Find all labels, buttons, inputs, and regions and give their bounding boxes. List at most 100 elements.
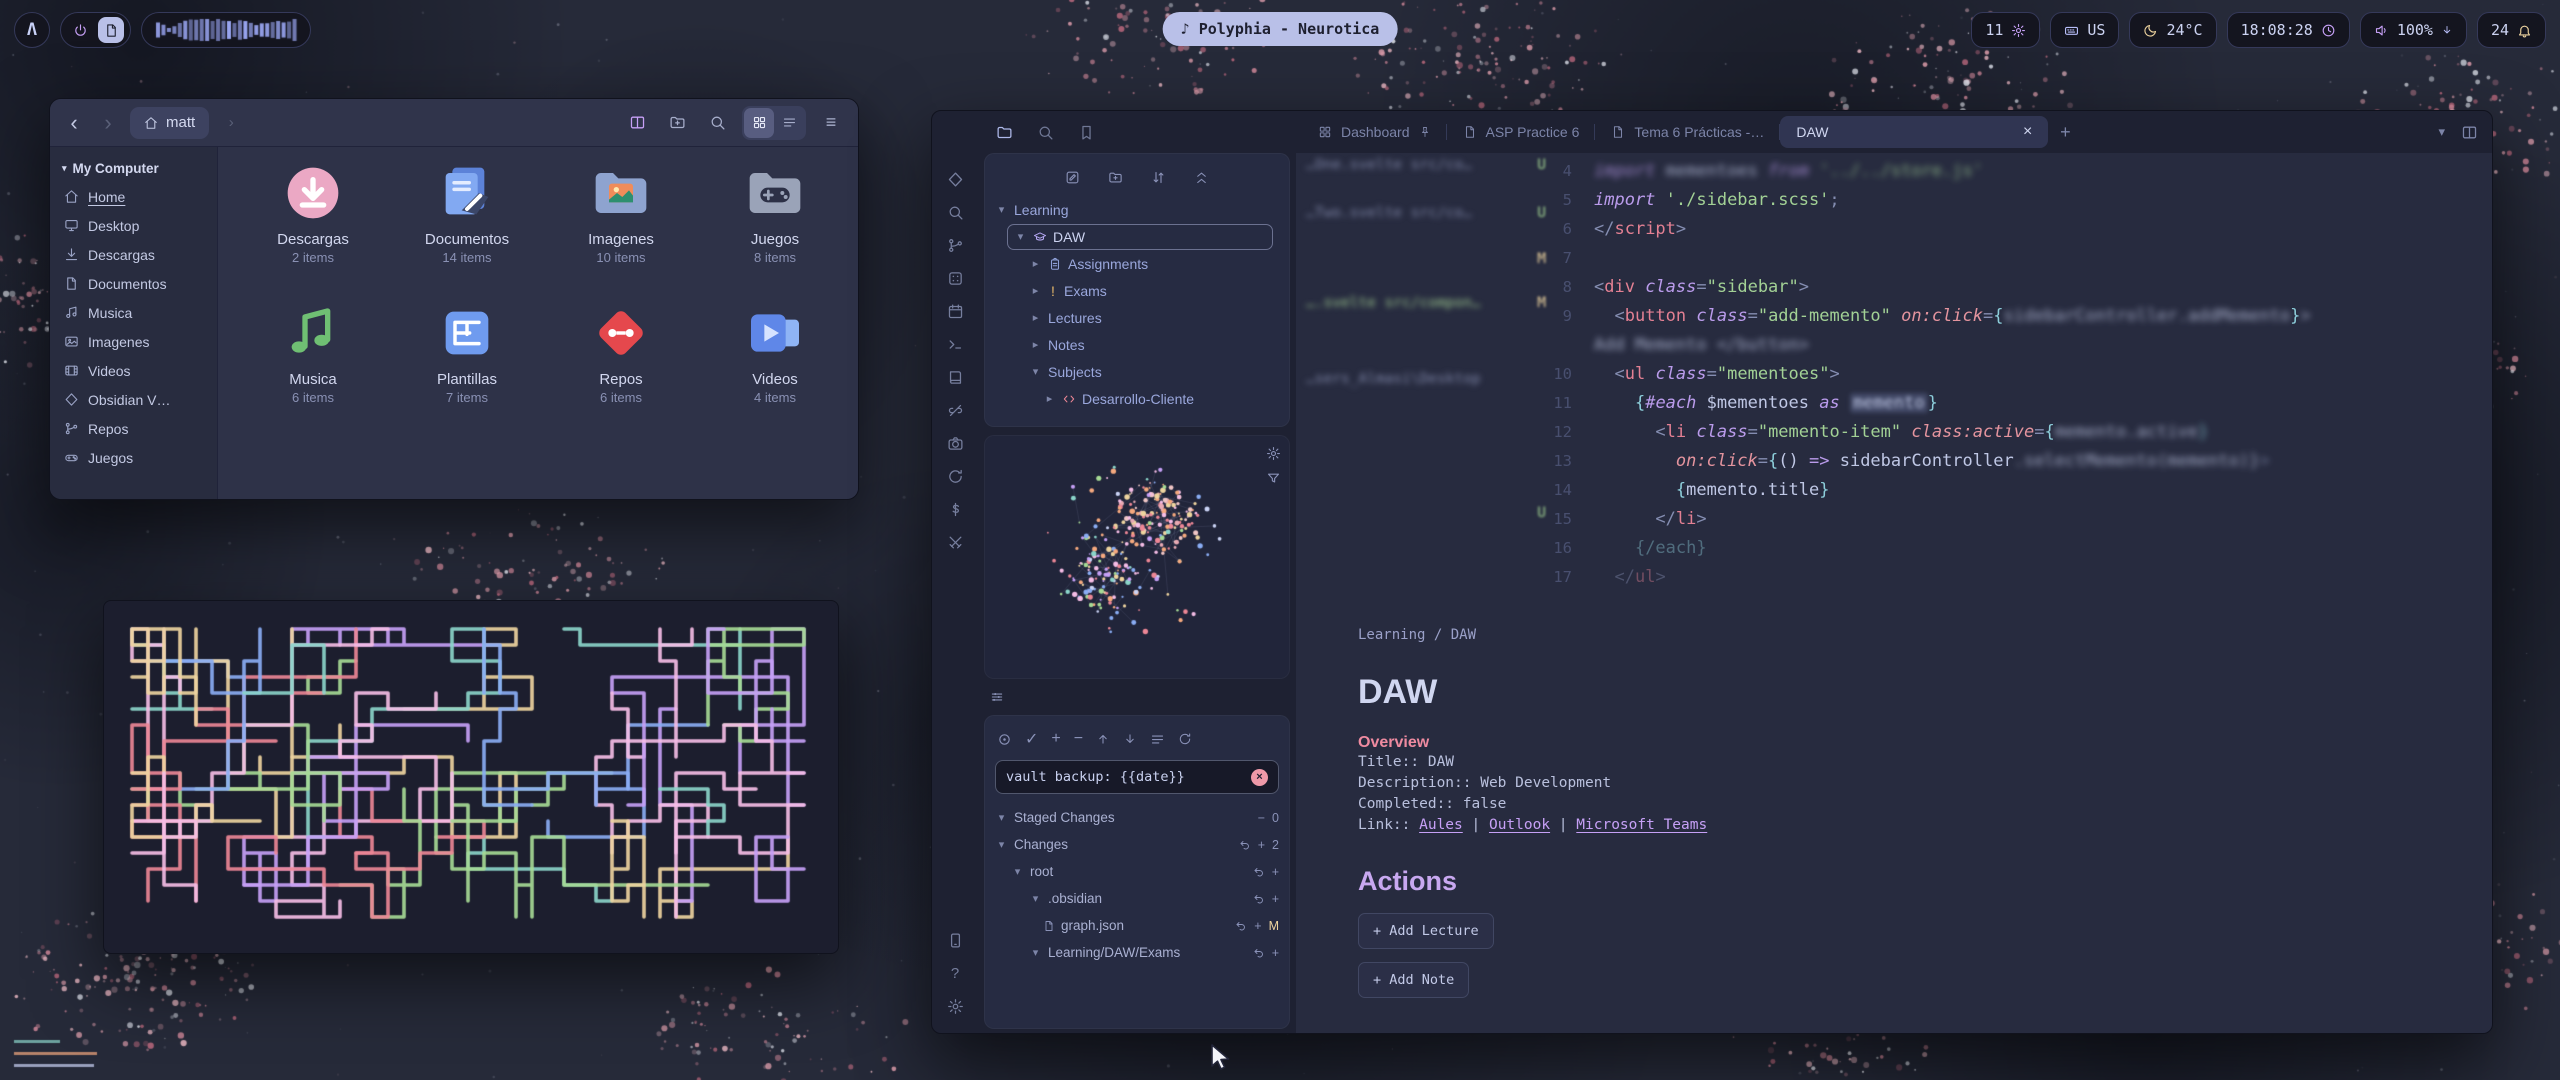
graph-canvas[interactable] [993,442,1251,670]
refresh-icon[interactable] [1178,732,1192,746]
bookmarks-panel-icon[interactable] [1078,124,1095,141]
plus-icon[interactable]: + [1258,838,1265,852]
folder-juegos[interactable]: Juegos8 items [700,161,850,301]
breadcrumb[interactable]: matt [130,107,209,139]
link-aules[interactable]: Aules [1419,817,1463,833]
tab-asp-practice[interactable]: ASP Practice 6 [1447,116,1596,148]
power-button[interactable] [67,17,93,43]
tab-tema-practicas[interactable]: Tema 6 Prácticas -… [1595,116,1780,148]
plus-icon[interactable]: + [1272,865,1279,879]
sidebar-item-videos[interactable]: Videos [50,356,217,385]
close-icon[interactable]: × [2023,123,2032,141]
folder-videos[interactable]: Videos4 items [700,301,850,441]
sort-icon[interactable] [1151,170,1166,185]
tab-dashboard[interactable]: Dashboard [1302,116,1447,148]
files-panel-icon[interactable] [996,124,1013,141]
folder-documentos[interactable]: Documentos14 items [392,161,542,301]
back-button[interactable]: ‹ [62,112,86,134]
sidebar-section-header[interactable]: ▾ My Computer [50,155,217,182]
tab-list-chevron-icon[interactable]: ▾ [2438,124,2445,140]
push-icon[interactable] [1096,732,1110,746]
new-folder-button[interactable] [662,108,692,138]
plus-icon[interactable]: + [1051,730,1060,748]
tree-folder-subjects[interactable]: ▾Subjects [985,358,1289,385]
terminal-icon[interactable] [932,328,978,361]
git-row-graph-json[interactable]: graph.json+M [985,912,1289,939]
git-row-staged[interactable]: ▾Staged Changes−0 [985,804,1289,831]
calendar-icon[interactable] [932,295,978,328]
plus-icon[interactable]: + [1272,946,1279,960]
settings-icon[interactable] [932,990,978,1023]
link-microsoft-teams[interactable]: Microsoft Teams [1576,817,1707,833]
tree-folder-exams[interactable]: ▸!Exams [985,277,1289,304]
sidebar-item-obsidian-vault[interactable]: Obsidian V… [50,385,217,414]
help-icon[interactable]: ? [932,957,978,990]
tree-folder-notes[interactable]: ▸Notes [985,331,1289,358]
sidebar-item-desktop[interactable]: Desktop [50,211,217,240]
tree-folder-lectures[interactable]: ▸Lectures [985,304,1289,331]
search-panel-icon[interactable] [1037,124,1054,141]
collapse-all-icon[interactable] [1194,170,1209,185]
undo-icon[interactable] [1253,947,1265,959]
search-button[interactable] [702,108,732,138]
minus-icon[interactable]: − [1074,730,1083,748]
git-row-changes[interactable]: ▾Changes+2 [985,831,1289,858]
folder-descargas[interactable]: Descargas2 items [238,161,388,301]
dice-icon[interactable] [932,262,978,295]
new-tab-button[interactable]: + [2048,122,2082,143]
sidebar-item-musica[interactable]: Musica [50,298,217,327]
vault-icon[interactable] [932,163,978,196]
volume-widget[interactable]: 100% [2360,12,2467,48]
search-icon[interactable] [932,196,978,229]
folder-repos[interactable]: Repos6 items [546,301,696,441]
sidebar-item-repos[interactable]: Repos [50,414,217,443]
book-icon[interactable] [932,361,978,394]
clear-message-icon[interactable]: × [1251,769,1268,786]
undo-icon[interactable] [1239,839,1251,851]
add-lecture-button[interactable]: + Add Lecture [1358,913,1494,949]
app-launcher-button[interactable]: Λ [14,12,50,48]
workspace-indicator[interactable]: 11 [1971,12,2040,48]
new-folder-icon[interactable] [1108,170,1123,185]
minus-icon[interactable]: − [1258,811,1265,825]
grid-view-button[interactable] [744,108,774,138]
tablet-icon[interactable] [932,924,978,957]
toggle-right-sidebar-icon[interactable] [2461,124,2478,141]
plus-icon[interactable]: + [1272,892,1279,906]
new-note-icon[interactable] [1065,170,1080,185]
notes-button[interactable] [98,17,124,43]
git-row-obsidian-dir[interactable]: ▾.obsidian+ [985,885,1289,912]
undo-icon[interactable] [1235,920,1247,932]
tree-folder-learning[interactable]: ▾Learning [985,196,1289,223]
list-icon[interactable] [1150,732,1165,747]
plus-icon[interactable]: + [1254,919,1261,933]
folder-plantillas[interactable]: Plantillas7 items [392,301,542,441]
camera-icon[interactable] [932,427,978,460]
commit-icon[interactable] [997,732,1012,747]
folder-musica[interactable]: Musica6 items [238,301,388,441]
notification-widget[interactable]: 24 [2477,12,2546,48]
list-view-button[interactable] [774,108,804,138]
folder-imagenes[interactable]: Imagenes10 items [546,161,696,301]
clock-widget[interactable]: 18:08:28 [2227,12,2350,48]
tree-folder-assignments[interactable]: ▸Assignments [985,250,1289,277]
menu-button[interactable]: ≡ [816,108,846,138]
tab-daw[interactable]: DAW × [1780,116,2048,148]
add-note-button[interactable]: + Add Note [1358,962,1469,998]
commit-message-input[interactable] [1006,769,1243,785]
graph-settings-icon[interactable] [1266,446,1281,461]
undo-icon[interactable] [1253,893,1265,905]
unlink-icon[interactable] [932,394,978,427]
keyboard-layout-widget[interactable]: US [2050,12,2119,48]
pull-icon[interactable] [1123,732,1137,746]
dollar-icon[interactable] [932,493,978,526]
sidebar-item-home[interactable]: Home [50,182,217,211]
sidebar-item-juegos[interactable]: Juegos [50,443,217,472]
link-outlook[interactable]: Outlook [1489,817,1550,833]
git-icon[interactable] [932,229,978,262]
git-row-root[interactable]: ▾root+ [985,858,1289,885]
now-playing-widget[interactable]: ♪ Polyphia - Neurotica [1163,12,1398,46]
graph-filter-icon[interactable] [1266,471,1281,486]
tree-folder-daw[interactable]: ▾DAW [985,223,1289,250]
tree-file-desarrollo-cliente[interactable]: ▸Desarrollo-Cliente [985,385,1289,412]
